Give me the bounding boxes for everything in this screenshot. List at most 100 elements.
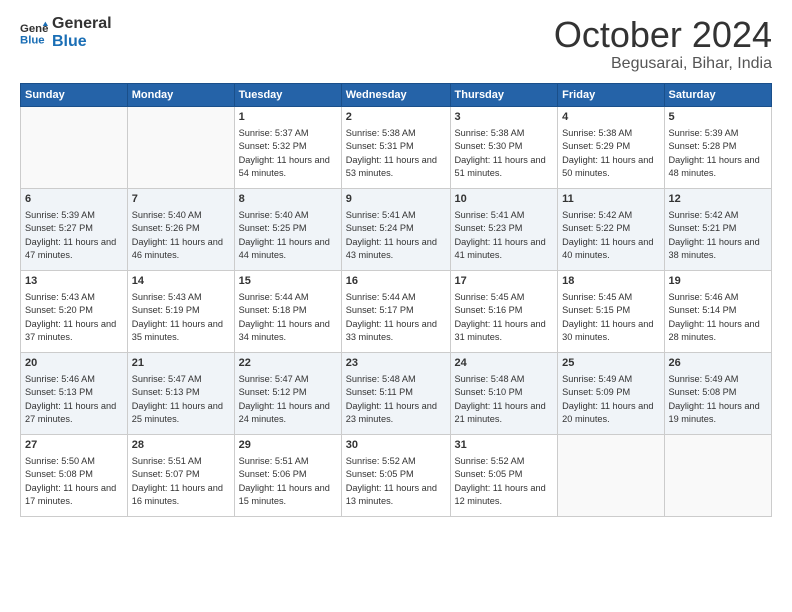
day-info: Sunrise: 5:49 AMSunset: 5:09 PMDaylight:… <box>562 373 659 426</box>
day-number: 27 <box>25 438 123 453</box>
title-section: October 2024 Begusarai, Bihar, India <box>554 15 772 73</box>
calendar-cell: 12Sunrise: 5:42 AMSunset: 5:21 PMDayligh… <box>664 188 772 270</box>
calendar-cell: 2Sunrise: 5:38 AMSunset: 5:31 PMDaylight… <box>341 106 450 188</box>
calendar-cell: 31 Sunrise: 5:52 AMSunset: 5:05 PMDayligh… <box>450 434 558 516</box>
day-number: 10 <box>455 192 554 207</box>
calendar-cell: 17Sunrise: 5:45 AMSunset: 5:16 PMDayligh… <box>450 270 558 352</box>
day-info: Sunrise: 5:52 AMSunset: 5:05 PMDaylight:… <box>455 455 554 508</box>
day-info: Sunrise: 5:38 AMSunset: 5:29 PMDaylight:… <box>562 127 659 180</box>
day-number: 15 <box>239 274 337 289</box>
day-info: Sunrise: 5:44 AMSunset: 5:18 PMDaylight:… <box>239 291 337 344</box>
calendar-cell: 27 Sunrise: 5:50 AMSunset: 5:08 PMDayligh… <box>21 434 128 516</box>
day-number: 3 <box>455 110 554 125</box>
calendar-cell: 9Sunrise: 5:41 AMSunset: 5:24 PMDaylight… <box>341 188 450 270</box>
day-number: 5 <box>669 110 768 125</box>
day-info: Sunrise: 5:37 AMSunset: 5:32 PMDaylight:… <box>239 127 337 180</box>
calendar-cell <box>127 106 234 188</box>
day-info: Sunrise: 5:52 AMSunset: 5:05 PMDaylight:… <box>346 455 446 508</box>
day-number: 1 <box>239 110 337 125</box>
calendar-cell: 11 Sunrise: 5:42 AMSunset: 5:22 PMDayligh… <box>558 188 664 270</box>
calendar-header-sunday: Sunday <box>21 83 128 106</box>
calendar-header-tuesday: Tuesday <box>234 83 341 106</box>
day-info: Sunrise: 5:49 AMSunset: 5:08 PMDaylight:… <box>669 373 768 426</box>
day-number: 16 <box>346 274 446 289</box>
day-info: Sunrise: 5:40 AMSunset: 5:26 PMDaylight:… <box>132 209 230 262</box>
calendar-cell: 8 Sunrise: 5:40 AMSunset: 5:25 PMDaylight… <box>234 188 341 270</box>
day-info: Sunrise: 5:47 AMSunset: 5:13 PMDaylight:… <box>132 373 230 426</box>
day-info: Sunrise: 5:40 AMSunset: 5:25 PMDaylight:… <box>239 209 337 262</box>
day-info: Sunrise: 5:38 AMSunset: 5:30 PMDaylight:… <box>455 127 554 180</box>
calendar-header-row: SundayMondayTuesdayWednesdayThursdayFrid… <box>21 83 772 106</box>
day-number: 28 <box>132 438 230 453</box>
calendar-table: SundayMondayTuesdayWednesdayThursdayFrid… <box>20 83 772 517</box>
calendar-cell: 7Sunrise: 5:40 AMSunset: 5:26 PMDaylight… <box>127 188 234 270</box>
location: Begusarai, Bihar, India <box>554 55 772 73</box>
day-number: 11 <box>562 192 659 207</box>
calendar-header-wednesday: Wednesday <box>341 83 450 106</box>
calendar-cell: 19Sunrise: 5:46 AMSunset: 5:14 PMDayligh… <box>664 270 772 352</box>
calendar-week-row: 1 Sunrise: 5:37 AMSunset: 5:32 PMDaylight… <box>21 106 772 188</box>
day-info: Sunrise: 5:47 AMSunset: 5:12 PMDaylight:… <box>239 373 337 426</box>
day-number: 29 <box>239 438 337 453</box>
day-info: Sunrise: 5:42 AMSunset: 5:22 PMDaylight:… <box>562 209 659 262</box>
day-number: 22 <box>239 356 337 371</box>
day-number: 8 <box>239 192 337 207</box>
calendar-cell: 6Sunrise: 5:39 AMSunset: 5:27 PMDaylight… <box>21 188 128 270</box>
month-title: October 2024 <box>554 15 772 55</box>
day-info: Sunrise: 5:48 AMSunset: 5:11 PMDaylight:… <box>346 373 446 426</box>
day-info: Sunrise: 5:50 AMSunset: 5:08 PMDaylight:… <box>25 455 123 508</box>
day-info: Sunrise: 5:41 AMSunset: 5:23 PMDaylight:… <box>455 209 554 262</box>
calendar-cell: 16 Sunrise: 5:44 AMSunset: 5:17 PMDayligh… <box>341 270 450 352</box>
calendar-cell: 23 Sunrise: 5:48 AMSunset: 5:11 PMDayligh… <box>341 352 450 434</box>
day-info: Sunrise: 5:41 AMSunset: 5:24 PMDaylight:… <box>346 209 446 262</box>
calendar-header-monday: Monday <box>127 83 234 106</box>
day-number: 23 <box>346 356 446 371</box>
calendar-cell: 21 Sunrise: 5:47 AMSunset: 5:13 PMDayligh… <box>127 352 234 434</box>
calendar-week-row: 27 Sunrise: 5:50 AMSunset: 5:08 PMDayligh… <box>21 434 772 516</box>
logo-line2: Blue <box>52 33 112 51</box>
day-number: 13 <box>25 274 123 289</box>
day-number: 18 <box>562 274 659 289</box>
calendar-cell: 24Sunrise: 5:48 AMSunset: 5:10 PMDayligh… <box>450 352 558 434</box>
day-number: 26 <box>669 356 768 371</box>
day-number: 20 <box>25 356 123 371</box>
calendar-cell: 25Sunrise: 5:49 AMSunset: 5:09 PMDayligh… <box>558 352 664 434</box>
day-number: 31 <box>455 438 554 453</box>
day-number: 17 <box>455 274 554 289</box>
calendar-cell: 14Sunrise: 5:43 AMSunset: 5:19 PMDayligh… <box>127 270 234 352</box>
calendar-cell <box>558 434 664 516</box>
calendar-header-friday: Friday <box>558 83 664 106</box>
day-info: Sunrise: 5:43 AMSunset: 5:20 PMDaylight:… <box>25 291 123 344</box>
day-info: Sunrise: 5:46 AMSunset: 5:14 PMDaylight:… <box>669 291 768 344</box>
day-info: Sunrise: 5:48 AMSunset: 5:10 PMDaylight:… <box>455 373 554 426</box>
day-info: Sunrise: 5:45 AMSunset: 5:15 PMDaylight:… <box>562 291 659 344</box>
calendar-cell: 20Sunrise: 5:46 AMSunset: 5:13 PMDayligh… <box>21 352 128 434</box>
calendar-cell: 10 Sunrise: 5:41 AMSunset: 5:23 PMDayligh… <box>450 188 558 270</box>
calendar-cell: 30 Sunrise: 5:52 AMSunset: 5:05 PMDayligh… <box>341 434 450 516</box>
svg-text:Blue: Blue <box>20 34 45 46</box>
day-number: 14 <box>132 274 230 289</box>
calendar-cell: 4Sunrise: 5:38 AMSunset: 5:29 PMDaylight… <box>558 106 664 188</box>
calendar-cell: 15 Sunrise: 5:44 AMSunset: 5:18 PMDayligh… <box>234 270 341 352</box>
page: General Blue General Blue October 2024 B… <box>0 0 792 612</box>
calendar-week-row: 6Sunrise: 5:39 AMSunset: 5:27 PMDaylight… <box>21 188 772 270</box>
calendar-header-saturday: Saturday <box>664 83 772 106</box>
logo: General Blue General Blue <box>20 15 112 50</box>
day-info: Sunrise: 5:51 AMSunset: 5:06 PMDaylight:… <box>239 455 337 508</box>
day-number: 12 <box>669 192 768 207</box>
day-number: 6 <box>25 192 123 207</box>
day-number: 21 <box>132 356 230 371</box>
logo-icon: General Blue <box>20 19 48 47</box>
day-number: 2 <box>346 110 446 125</box>
calendar-cell <box>664 434 772 516</box>
calendar-cell: 29 Sunrise: 5:51 AMSunset: 5:06 PMDayligh… <box>234 434 341 516</box>
logo-line1: General <box>52 15 112 33</box>
day-info: Sunrise: 5:44 AMSunset: 5:17 PMDaylight:… <box>346 291 446 344</box>
calendar-cell: 26 Sunrise: 5:49 AMSunset: 5:08 PMDayligh… <box>664 352 772 434</box>
calendar-cell <box>21 106 128 188</box>
calendar-cell: 3 Sunrise: 5:38 AMSunset: 5:30 PMDaylight… <box>450 106 558 188</box>
calendar-cell: 28Sunrise: 5:51 AMSunset: 5:07 PMDayligh… <box>127 434 234 516</box>
calendar-week-row: 20Sunrise: 5:46 AMSunset: 5:13 PMDayligh… <box>21 352 772 434</box>
day-info: Sunrise: 5:39 AMSunset: 5:28 PMDaylight:… <box>669 127 768 180</box>
day-number: 30 <box>346 438 446 453</box>
